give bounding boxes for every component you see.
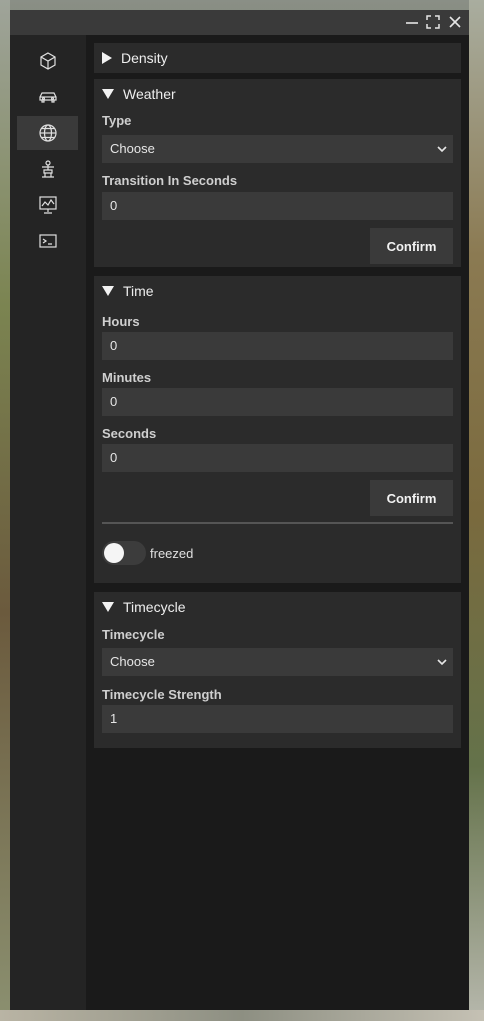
density-panel: Density [94,43,461,73]
weather-header[interactable]: Weather [102,79,176,109]
sidebar-item-objects[interactable] [17,44,78,78]
transition-value: 0 [110,198,118,213]
cube-icon [39,52,56,70]
background-right [469,0,484,1021]
freeze-toggle[interactable] [102,541,146,565]
time-header[interactable]: Time [102,276,154,306]
sidebar-item-display[interactable] [17,188,78,222]
weather-confirm-button[interactable]: Confirm [370,228,453,264]
timecycle-value: Choose [110,654,155,669]
minutes-value: 0 [110,394,118,409]
globe-icon [38,124,57,142]
car-icon [38,92,57,103]
collapse-triangle-icon [102,602,114,612]
hours-label: Hours [102,314,140,329]
time-divider [102,522,453,524]
sidebar-item-peds[interactable] [17,152,78,186]
timecycle-header[interactable]: Timecycle [102,592,186,622]
terminal-icon [38,234,57,248]
hours-input[interactable]: 0 [102,332,453,360]
seconds-label: Seconds [102,426,157,441]
sidebar-item-console[interactable] [17,224,78,258]
chevron-down-icon [437,657,447,667]
expand-triangle-icon [102,52,112,64]
transition-label: Transition In Seconds [102,173,238,188]
weather-type-value: Choose [110,141,155,156]
timecycle-title: Timecycle [123,599,186,615]
transition-input[interactable]: 0 [102,192,453,220]
strength-input[interactable]: 1 [102,705,453,733]
title-bar [10,10,469,35]
background-bottom [0,1010,484,1021]
type-label: Type [102,113,132,128]
sidebar [10,35,86,1010]
hours-value: 0 [110,338,118,353]
strength-label: Timecycle Strength [102,687,222,702]
minimize-icon[interactable] [403,13,421,31]
maximize-icon[interactable] [424,13,442,31]
sidebar-item-world[interactable] [17,116,78,150]
collapse-triangle-icon [102,286,114,296]
ped-icon [41,160,54,178]
minutes-input[interactable]: 0 [102,388,453,416]
weather-title: Weather [123,86,176,102]
density-title: Density [121,50,168,66]
timecycle-select[interactable]: Choose [102,648,453,676]
sidebar-item-vehicles[interactable] [17,80,78,114]
main-content: Density Weather Type Choose Transition I… [86,35,469,1010]
seconds-value: 0 [110,450,118,465]
background-left [0,0,10,1021]
weather-panel: Weather Type Choose Transition In Second… [94,79,461,267]
time-title: Time [123,283,154,299]
close-icon[interactable] [446,13,464,31]
density-header[interactable]: Density [102,43,168,73]
collapse-triangle-icon [102,89,114,99]
timecycle-label: Timecycle [102,627,165,642]
time-panel: Time Hours 0 Minutes 0 Seconds 0 Confirm… [94,276,461,583]
toggle-knob [104,543,124,563]
timecycle-panel: Timecycle Timecycle Choose Timecycle Str… [94,592,461,748]
monitor-chart-icon [38,196,57,214]
app-window: Density Weather Type Choose Transition I… [10,10,469,1010]
freeze-label: freezed [150,546,194,561]
minutes-label: Minutes [102,370,152,385]
weather-type-select[interactable]: Choose [102,135,453,163]
seconds-input[interactable]: 0 [102,444,453,472]
chevron-down-icon [437,144,447,154]
strength-value: 1 [110,711,118,726]
time-confirm-button[interactable]: Confirm [370,480,453,516]
